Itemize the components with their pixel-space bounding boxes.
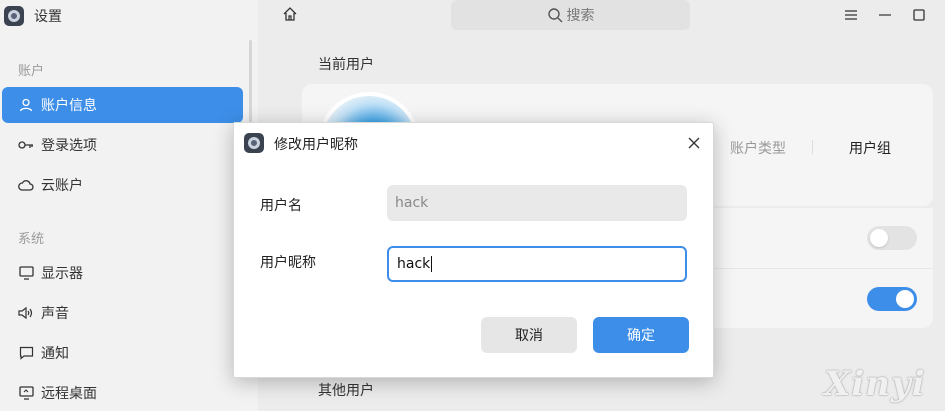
search-placeholder: 搜索 [566, 8, 595, 24]
sidebar-item-label: 远程桌面 [41, 386, 97, 402]
remote-desktop-icon [18, 385, 34, 401]
edit-nickname-dialog: 修改用户昵称 用户名 hack 用户昵称 hack 取消 确定 [233, 122, 714, 378]
sidebar-item-display[interactable]: 显示器 [2, 255, 243, 291]
sidebar-item-notification[interactable]: 通知 [2, 335, 243, 371]
text-caret [431, 256, 433, 272]
sidebar-item-label: 登录选项 [41, 138, 97, 154]
search-icon [547, 7, 563, 23]
monitor-icon [18, 265, 34, 281]
user-icon [18, 97, 34, 113]
divider [812, 140, 813, 154]
user-group-label[interactable]: 用户组 [849, 138, 891, 158]
app-header: 设置 [4, 5, 62, 27]
username-field: hack [387, 185, 687, 221]
settings-gear-icon [244, 133, 264, 153]
username-value: hack [395, 195, 429, 211]
key-icon [18, 137, 34, 153]
watermark: Xinyi [824, 364, 926, 404]
section-label-account: 账户 [18, 64, 45, 79]
confirm-button[interactable]: 确定 [593, 317, 689, 353]
nickname-label: 用户昵称 [260, 255, 316, 271]
app-title: 设置 [34, 9, 62, 25]
sidebar-item-account-info[interactable]: 账户信息 [2, 87, 243, 123]
close-icon[interactable] [685, 134, 703, 152]
dialog-title: 修改用户昵称 [274, 137, 358, 153]
minimize-icon[interactable] [876, 6, 894, 24]
cancel-button[interactable]: 取消 [481, 317, 577, 353]
sidebar-item-sound[interactable]: 声音 [2, 295, 243, 331]
sidebar-item-label: 通知 [41, 346, 69, 362]
section-label-system: 系统 [18, 232, 45, 247]
toggle-switch-on[interactable] [867, 287, 917, 311]
username-label: 用户名 [260, 198, 302, 214]
account-type-label: 账户类型 [730, 141, 786, 157]
sidebar-item-label: 账户信息 [41, 98, 97, 114]
search-input[interactable]: 搜索 [451, 0, 690, 30]
sidebar-item-cloud-account[interactable]: 云账户 [2, 167, 243, 203]
maximize-icon[interactable] [910, 6, 928, 24]
sidebar-item-login-options[interactable]: 登录选项 [2, 127, 243, 163]
nickname-value: hack [397, 256, 431, 272]
settings-gear-icon [4, 6, 24, 26]
sidebar-item-label: 显示器 [41, 266, 83, 282]
chat-bubble-icon [18, 345, 34, 361]
nickname-input[interactable]: hack [387, 246, 687, 282]
toggle-switch-off[interactable] [867, 226, 917, 250]
other-users-heading: 其他用户 [318, 383, 374, 399]
sidebar-item-remote-desktop[interactable]: 远程桌面 [2, 375, 243, 411]
sidebar-item-label: 云账户 [41, 178, 83, 194]
current-user-heading: 当前用户 [318, 57, 374, 73]
sidebar-item-label: 声音 [41, 306, 69, 322]
cloud-icon [18, 177, 34, 193]
speaker-icon [18, 305, 34, 321]
sidebar: 设置 账户 账户信息 登录选项 云账户 系统 显示器 声音 通知 远程桌面 [0, 0, 258, 411]
menu-icon[interactable] [842, 6, 860, 24]
home-icon[interactable] [282, 6, 300, 24]
